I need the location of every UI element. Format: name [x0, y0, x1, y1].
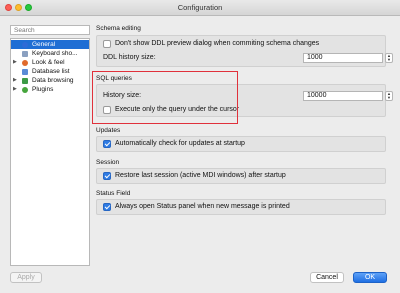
sidebar-item-keyboard-shortcuts[interactable]: Keyboard sho... — [11, 49, 89, 58]
session-title: Session — [96, 159, 120, 166]
expand-arrow-icon[interactable]: ▶ — [13, 58, 17, 67]
sidebar-item-look-and-feel[interactable]: ▶ Look & feel — [11, 58, 89, 67]
ddl-history-spinbox[interactable]: 1000 ▲ ▼ — [303, 53, 393, 63]
ddl-history-stepper[interactable]: ▲ ▼ — [385, 53, 393, 63]
updates-panel: Automatically check for updates at start… — [96, 136, 386, 152]
palette-icon — [22, 59, 28, 66]
schema-editing-title: Schema editing — [96, 25, 141, 32]
auto-check-updates-label: Automatically check for updates at start… — [115, 140, 245, 147]
plugin-icon — [22, 86, 28, 93]
sidebar-item-label: Database list — [32, 68, 70, 75]
sidebar-item-general[interactable]: General — [11, 40, 89, 49]
open-status-panel-label: Always open Status panel when new messag… — [115, 203, 290, 210]
search-input[interactable] — [10, 25, 90, 35]
highlight-box — [92, 71, 238, 124]
ok-button[interactable]: OK — [353, 272, 387, 283]
configuration-window: Configuration General Keyboard sho... ▶ … — [0, 0, 400, 293]
schema-editing-panel: Don't show DDL preview dialog when commi… — [96, 35, 393, 67]
expand-arrow-icon[interactable]: ▶ — [13, 85, 17, 94]
sidebar-item-database-list[interactable]: Database list — [11, 67, 89, 76]
history-size-stepper[interactable]: ▲ ▼ — [385, 91, 393, 101]
sidebar-item-label: Data browsing — [32, 77, 74, 84]
updates-title: Updates — [96, 127, 121, 134]
auto-check-updates-checkbox[interactable] — [103, 140, 111, 148]
general-icon — [22, 41, 28, 48]
window-title: Configuration — [177, 3, 223, 12]
sidebar-item-data-browsing[interactable]: ▶ Data browsing — [11, 76, 89, 85]
sidebar-item-label: General — [32, 41, 56, 48]
data-browsing-icon — [22, 77, 28, 84]
ddl-history-label: DDL history size: — [103, 54, 156, 61]
ddl-preview-checkbox[interactable] — [103, 40, 111, 48]
sidebar-item-plugins[interactable]: ▶ Plugins — [11, 85, 89, 94]
restore-session-checkbox[interactable] — [103, 172, 111, 180]
status-field-panel: Always open Status panel when new messag… — [96, 199, 386, 215]
database-list-icon — [22, 68, 28, 75]
ddl-preview-label: Don't show DDL preview dialog when commi… — [115, 40, 320, 47]
status-field-title: Status Field — [96, 190, 131, 197]
apply-button[interactable]: Apply — [10, 272, 42, 283]
session-panel: Restore last session (active MDI windows… — [96, 168, 386, 184]
sidebar-item-label: Keyboard sho... — [32, 50, 78, 57]
restore-session-label: Restore last session (active MDI windows… — [115, 172, 286, 179]
expand-arrow-icon[interactable]: ▶ — [13, 76, 17, 85]
title-bar: Configuration — [0, 0, 400, 16]
cancel-button[interactable]: Cancel — [310, 272, 344, 283]
history-size-value: 10000 — [307, 92, 327, 99]
sidebar-item-label: Plugins — [32, 86, 54, 93]
history-size-spinbox[interactable]: 10000 ▲ ▼ — [303, 91, 393, 101]
category-tree: General Keyboard sho... ▶ Look & feel Da… — [10, 38, 90, 266]
sidebar-item-label: Look & feel — [32, 59, 65, 66]
ddl-history-value: 1000 — [307, 54, 323, 61]
keyboard-icon — [22, 50, 28, 57]
open-status-panel-checkbox[interactable] — [103, 203, 111, 211]
